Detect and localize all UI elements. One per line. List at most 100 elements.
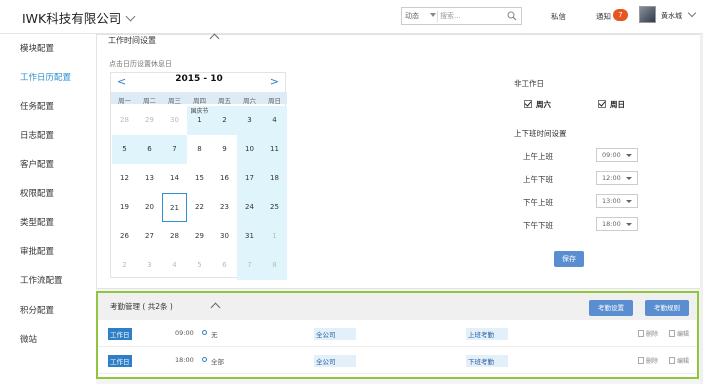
calendar-day[interactable]: 1 <box>262 222 287 251</box>
sidebar-item-microsite[interactable]: 微站 <box>20 333 37 345</box>
calendar-day[interactable]: 31 <box>237 222 262 251</box>
sidebar-item-task[interactable]: 任务配置 <box>20 100 54 112</box>
calendar-day[interactable]: 29 <box>187 222 212 251</box>
time-cell: 18:00 <box>175 356 194 364</box>
calendar-day[interactable]: 2 <box>212 106 237 135</box>
calendar-day[interactable]: 11 <box>262 135 287 164</box>
checkbox-icon[interactable] <box>524 100 532 108</box>
calendar-day[interactable]: 28 <box>162 222 187 251</box>
company-switcher[interactable]: IWK科技有限公司 <box>22 8 136 27</box>
calendar-day[interactable]: 1 国庆节 <box>187 106 212 135</box>
calendar-day[interactable]: 10 <box>237 135 262 164</box>
calendar-day[interactable]: 18 <box>262 164 287 193</box>
calendar-day[interactable]: 8 <box>262 251 287 280</box>
calendar-day[interactable]: 6 <box>212 251 237 280</box>
chevron-up-icon[interactable] <box>210 302 221 313</box>
next-month-button[interactable]: > <box>270 75 279 88</box>
save-button[interactable]: 保存 <box>554 251 584 267</box>
checkbox-label: 周日 <box>610 100 625 109</box>
sidebar-item-workflow[interactable]: 工作流配置 <box>20 274 63 286</box>
calendar-day[interactable]: 15 <box>187 164 212 193</box>
calendar-day[interactable]: 29 <box>137 106 162 135</box>
pm-start-label: 下午上班 <box>523 198 553 207</box>
sidebar-item-customer[interactable]: 客户配置 <box>20 158 54 170</box>
calendar-day[interactable]: 6 <box>137 135 162 164</box>
trash-icon <box>638 330 644 337</box>
checkbox-sunday[interactable]: 周日 <box>598 99 625 110</box>
calendar-day[interactable]: 13 <box>137 164 162 193</box>
notifications-link[interactable]: 通知 <box>596 11 611 22</box>
edit-icon <box>669 330 675 337</box>
delete-button[interactable]: 删除 <box>638 329 658 338</box>
sidebar-item-log[interactable]: 日志配置 <box>20 129 54 141</box>
weekday-label: 周三 <box>168 97 181 105</box>
checkbox-icon[interactable] <box>598 100 606 108</box>
calendar-day[interactable]: 30 <box>212 222 237 251</box>
avatar[interactable] <box>639 6 656 23</box>
calendar-day[interactable]: 25 <box>262 193 287 222</box>
radio-icon <box>202 357 207 362</box>
chevron-down-icon[interactable] <box>687 8 697 18</box>
calendar-day[interactable]: 2 <box>112 251 137 280</box>
calendar-day[interactable]: 3 <box>237 106 262 135</box>
calendar-day[interactable]: 20 <box>137 193 162 222</box>
attendance-settings-button[interactable]: 考勤设置 <box>589 300 633 316</box>
chevron-down-icon <box>125 11 136 22</box>
calendar-day[interactable]: 17 <box>237 164 262 193</box>
calendar-day[interactable]: 23 <box>212 193 237 222</box>
calendar-day[interactable]: 14 <box>162 164 187 193</box>
radio-icon <box>202 330 207 335</box>
calendar-day[interactable]: 24 <box>237 193 262 222</box>
sidebar-item-permission[interactable]: 权限配置 <box>20 187 54 199</box>
sidebar-item-module[interactable]: 模块配置 <box>20 42 54 54</box>
calendar-day[interactable]: 3 <box>137 251 162 280</box>
attendance-rules-button[interactable]: 考勤规则 <box>645 300 689 316</box>
weekday-label: 周五 <box>218 97 231 105</box>
calendar-day[interactable]: 9 <box>212 135 237 164</box>
calendar-day[interactable]: 16 <box>212 164 237 193</box>
calendar-day[interactable]: 4 <box>162 251 187 280</box>
calendar-day[interactable]: 7 <box>237 251 262 280</box>
search-scope-select[interactable]: 动态 <box>405 11 419 21</box>
nonwork-title: 非工作日 <box>514 79 544 88</box>
am-start-label: 上午上班 <box>523 152 553 161</box>
calendar: < 2015 - 10 > 周一 周二 周三 周四 周五 周六 周日 28 29 30 1 国庆节 2 3… <box>110 72 287 280</box>
search-icon[interactable] <box>507 11 517 21</box>
calendar-day[interactable]: 21 <box>162 193 187 222</box>
chevron-up-icon[interactable] <box>209 33 220 44</box>
calendar-day[interactable]: 22 <box>187 193 212 222</box>
company-name: IWK科技有限公司 <box>22 11 122 26</box>
calendar-day[interactable]: 26 <box>112 222 137 251</box>
calendar-day[interactable]: 5 <box>187 251 212 280</box>
checkbox-saturday[interactable]: 周六 <box>524 99 551 110</box>
trash-icon <box>638 357 644 364</box>
sidebar-item-calendar[interactable]: 工作日历配置 <box>20 71 71 83</box>
am-end-select[interactable]: 12:00 <box>596 171 638 185</box>
search-input[interactable] <box>440 10 500 22</box>
pm-start-select[interactable]: 13:00 <box>596 194 638 208</box>
scope-tag: 全公司 <box>314 328 356 340</box>
delete-button[interactable]: 删除 <box>638 356 658 365</box>
calendar-day[interactable]: 4 <box>262 106 287 135</box>
messages-link[interactable]: 私信 <box>551 11 566 22</box>
calendar-day[interactable]: 5 <box>112 135 137 164</box>
sidebar-item-type[interactable]: 类型配置 <box>20 216 54 228</box>
calendar-day[interactable]: 19 <box>112 193 137 222</box>
calendar-day[interactable]: 7 <box>162 135 187 164</box>
divider <box>437 11 438 22</box>
pm-end-select[interactable]: 18:00 <box>596 217 638 231</box>
calendar-day[interactable]: 30 <box>162 106 187 135</box>
calendar-day[interactable]: 8 <box>187 135 212 164</box>
sidebar-item-approval[interactable]: 审批配置 <box>20 245 54 257</box>
sidebar-item-points[interactable]: 积分配置 <box>20 304 54 316</box>
main-content: 工作时间设置 点击日历设置休息日 < 2015 - 10 > 周一 周二 周三 周四周… <box>96 33 703 384</box>
edit-button[interactable]: 编辑 <box>669 356 689 365</box>
calendar-day[interactable]: 27 <box>137 222 162 251</box>
am-end-label: 上午下班 <box>523 175 553 184</box>
edit-button[interactable]: 编辑 <box>669 329 689 338</box>
notification-badge: 7 <box>613 9 628 21</box>
am-start-select[interactable]: 09:00 <box>596 148 638 162</box>
user-name[interactable]: 黄水城 <box>661 11 682 21</box>
calendar-day[interactable]: 28 <box>112 106 137 135</box>
calendar-day[interactable]: 12 <box>112 164 137 193</box>
